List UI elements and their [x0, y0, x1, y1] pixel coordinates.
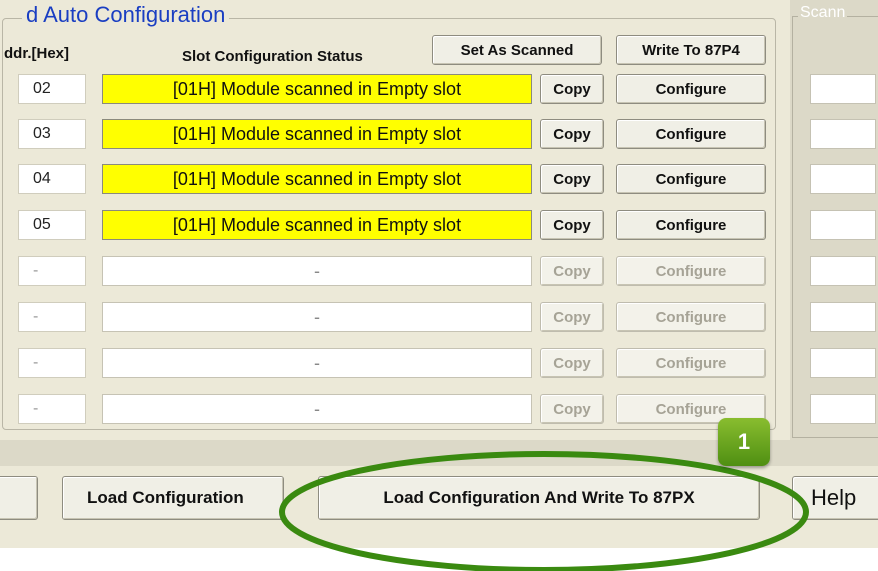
slot-status: [01H] Module scanned in Empty slot: [102, 210, 532, 240]
scan-value-box: [810, 302, 876, 332]
slot-status: [01H] Module scanned in Empty slot: [102, 164, 532, 194]
screenshot-stage: d Auto Configuration ddr.[Hex] Slot Conf…: [0, 0, 878, 571]
slot-address[interactable]: 04: [18, 164, 86, 194]
slot-address[interactable]: 05: [18, 210, 86, 240]
copy-button[interactable]: Copy: [540, 119, 604, 149]
auto-config-panel: d Auto Configuration ddr.[Hex] Slot Conf…: [0, 0, 790, 440]
copy-button[interactable]: Copy: [540, 256, 604, 286]
configure-button[interactable]: Configure: [616, 164, 766, 194]
configure-button[interactable]: Configure: [616, 348, 766, 378]
status-column-header: Slot Configuration Status: [182, 48, 363, 65]
scan-value-box: [810, 164, 876, 194]
scan-value-box: [810, 348, 876, 378]
bottom-button-strip: Load Configuration Load Configuration An…: [0, 466, 878, 556]
copy-button[interactable]: Copy: [540, 210, 604, 240]
scan-panel-title: Scann: [798, 4, 848, 22]
scan-value-box: [810, 394, 876, 424]
scan-panel: Scann: [790, 0, 878, 440]
copy-button[interactable]: Copy: [540, 348, 604, 378]
slot-address[interactable]: -: [18, 348, 86, 378]
slot-status: -: [102, 302, 532, 332]
slot-address[interactable]: -: [18, 394, 86, 424]
slot-status: -: [102, 348, 532, 378]
cut-off-button[interactable]: [0, 476, 38, 520]
scan-value-box: [810, 210, 876, 240]
slot-status: -: [102, 256, 532, 286]
slot-address[interactable]: -: [18, 302, 86, 332]
configure-button[interactable]: Configure: [616, 302, 766, 332]
configure-button[interactable]: Configure: [616, 119, 766, 149]
help-button[interactable]: Help: [792, 476, 878, 520]
configure-button[interactable]: Configure: [616, 256, 766, 286]
slot-status: -: [102, 394, 532, 424]
torn-edge: [0, 548, 878, 571]
slot-address[interactable]: 03: [18, 119, 86, 149]
configure-button[interactable]: Configure: [616, 210, 766, 240]
slot-address[interactable]: 02: [18, 74, 86, 104]
write-to-87p4-button[interactable]: Write To 87P4: [616, 35, 766, 65]
scan-value-box: [810, 119, 876, 149]
copy-button[interactable]: Copy: [540, 302, 604, 332]
addr-column-header: ddr.[Hex]: [4, 45, 70, 62]
scan-value-box: [810, 74, 876, 104]
configure-button[interactable]: Configure: [616, 74, 766, 104]
copy-button[interactable]: Copy: [540, 394, 604, 424]
load-configuration-button[interactable]: Load Configuration: [62, 476, 284, 520]
copy-button[interactable]: Copy: [540, 74, 604, 104]
set-as-scanned-button[interactable]: Set As Scanned: [432, 35, 602, 65]
slot-status: [01H] Module scanned in Empty slot: [102, 119, 532, 149]
copy-button[interactable]: Copy: [540, 164, 604, 194]
slot-address[interactable]: -: [18, 256, 86, 286]
step-badge: 1: [718, 418, 770, 466]
load-config-write-87px-button[interactable]: Load Configuration And Write To 87PX: [318, 476, 760, 520]
scan-value-box: [810, 256, 876, 286]
group-title: d Auto Configuration: [22, 2, 230, 28]
slot-status: [01H] Module scanned in Empty slot: [102, 74, 532, 104]
